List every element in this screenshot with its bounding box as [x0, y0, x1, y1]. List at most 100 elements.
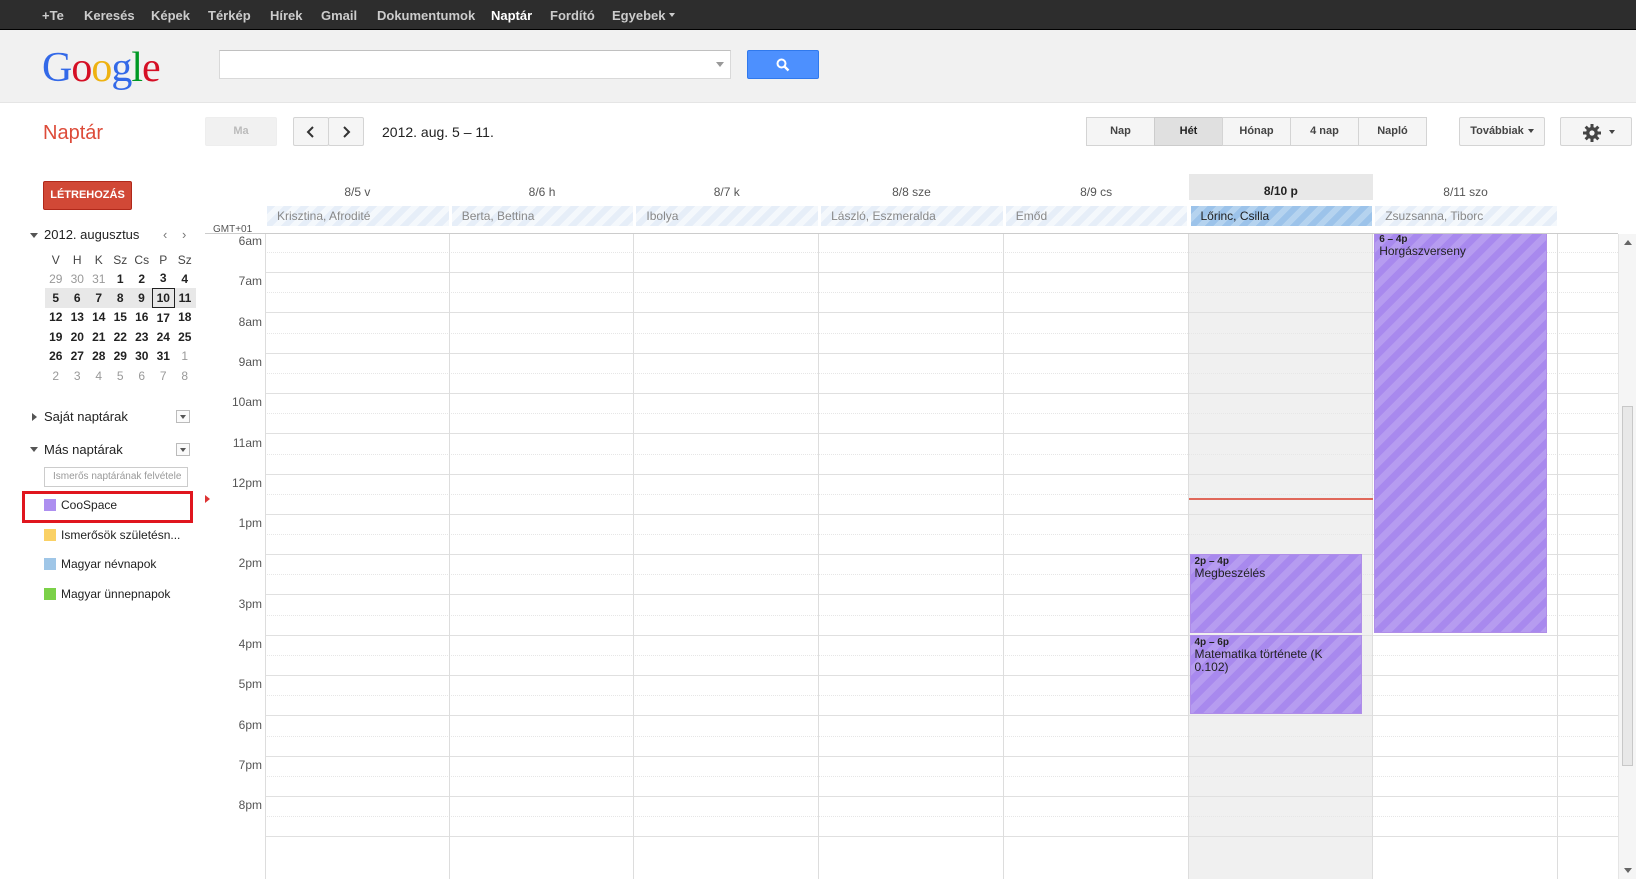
add-friend-calendar-input[interactable]: Ismerős naptárának felvétele [44, 467, 188, 487]
mini-calendar-day[interactable]: 30 [67, 269, 89, 288]
scrollbar-thumb[interactable] [1622, 406, 1633, 766]
mini-calendar-day[interactable]: 18 [174, 308, 196, 327]
calendar-item[interactable]: Magyar ünnepnapok [44, 587, 190, 603]
top-nav-2[interactable]: Képek [151, 8, 190, 23]
top-nav-3[interactable]: Térkép [208, 8, 251, 23]
other-calendars-menu-button[interactable] [176, 443, 190, 456]
mini-calendar-day[interactable]: 21 [88, 327, 110, 346]
mini-calendar-day[interactable]: 8 [174, 366, 196, 385]
today-button[interactable]: Ma [205, 117, 277, 146]
nameday-chip[interactable]: Emőd [1005, 206, 1188, 226]
mini-calendar-day[interactable]: 2 [131, 269, 153, 288]
search-dropdown-icon[interactable] [716, 62, 724, 67]
top-nav-1[interactable]: Keresés [84, 8, 135, 23]
mini-calendar-day[interactable]: 19 [45, 327, 67, 346]
mini-calendar-day[interactable]: 11 [174, 288, 196, 308]
mini-calendar-day[interactable]: 24 [153, 327, 175, 346]
calendar-color-swatch[interactable] [44, 558, 56, 570]
mini-calendar-day[interactable]: 3 [153, 269, 175, 288]
mini-calendar-day[interactable]: 7 [153, 366, 175, 385]
expand-icon[interactable] [32, 413, 37, 421]
grid-scrollbar[interactable] [1618, 234, 1636, 879]
mini-calendar-day[interactable]: 4 [174, 269, 196, 288]
mini-calendar-next-icon[interactable]: › [182, 227, 186, 242]
other-calendars-label[interactable]: Más naptárak [44, 442, 123, 457]
calendar-event[interactable]: 4p – 6p Matematika története (K 0.102) [1189, 635, 1363, 714]
mini-calendar-day[interactable]: 13 [67, 308, 89, 327]
my-calendars-menu-button[interactable] [176, 410, 190, 423]
top-nav-9[interactable]: Egyebek [612, 8, 665, 23]
mini-calendar-day[interactable]: 22 [110, 327, 132, 346]
mini-calendar-day[interactable]: 7 [88, 288, 110, 308]
mini-calendar-day[interactable]: 6 [131, 366, 153, 385]
mini-calendar-day[interactable]: 20 [67, 327, 89, 346]
mini-calendar-day[interactable]: 29 [45, 269, 67, 288]
mini-calendar-title[interactable]: 2012. augusztus [44, 227, 139, 242]
nameday-chip[interactable]: Zsuzsanna, Tiborc [1375, 206, 1557, 226]
calendar-item[interactable]: Ismerősök születésn... [44, 528, 190, 544]
top-nav-7[interactable]: Naptár [491, 8, 532, 23]
time-grid[interactable]: 6am 7am 8am 9am 10am 11am 12pm 1pm 2pm 3pm 4pm 5pm 6… [205, 234, 1618, 879]
mini-calendar-day[interactable]: 30 [131, 347, 153, 366]
mini-calendar-day[interactable]: 5 [45, 288, 67, 308]
view-button-4[interactable]: Napló [1358, 117, 1427, 146]
day-header[interactable]: 8/8 sze [819, 185, 1004, 203]
top-nav-6[interactable]: Dokumentumok [377, 8, 475, 23]
mini-calendar-day[interactable]: 17 [153, 308, 175, 327]
settings-button[interactable] [1560, 117, 1632, 146]
view-button-0[interactable]: Nap [1086, 117, 1155, 146]
view-button-3[interactable]: 4 nap [1290, 117, 1359, 146]
mini-calendar-day[interactable]: 1 [110, 269, 132, 288]
scroll-down-icon[interactable] [1624, 868, 1632, 873]
mini-calendar-day[interactable]: 28 [88, 347, 110, 366]
day-header[interactable]: 8/11 szo [1373, 185, 1558, 203]
mini-calendar-day[interactable]: 2 [45, 366, 67, 385]
mini-calendar-day[interactable]: 29 [110, 347, 132, 366]
mini-calendar-day[interactable]: 16 [131, 308, 153, 327]
nameday-chip[interactable]: Krisztina, Afrodité [267, 206, 449, 226]
search-box[interactable] [219, 50, 731, 79]
day-header[interactable]: 8/7 k [634, 185, 819, 203]
mini-calendar-day[interactable]: 15 [110, 308, 132, 327]
next-week-button[interactable] [328, 117, 364, 146]
mini-calendar-day[interactable]: 8 [109, 288, 131, 308]
my-calendars-label[interactable]: Saját naptárak [44, 409, 128, 424]
mini-calendar-day[interactable]: 31 [153, 347, 175, 366]
mini-calendar-day[interactable]: 1 [174, 347, 196, 366]
mini-calendar-day[interactable]: 10 [152, 287, 175, 309]
mini-calendar-day[interactable]: 14 [88, 308, 110, 327]
nameday-chip[interactable]: Ibolya [636, 206, 819, 226]
top-nav-8[interactable]: Fordító [550, 8, 595, 23]
collapse-icon[interactable] [30, 447, 38, 452]
mini-calendar-day[interactable]: 12 [45, 308, 67, 327]
mini-calendar-day[interactable]: 27 [67, 347, 89, 366]
calendar-color-swatch[interactable] [44, 528, 56, 541]
nameday-chip[interactable]: László, Eszmeralda [821, 206, 1003, 226]
mini-calendar-day[interactable]: 4 [88, 366, 110, 385]
top-nav-5[interactable]: Gmail [321, 8, 357, 23]
scroll-up-icon[interactable] [1624, 240, 1632, 245]
mini-calendar-day[interactable]: 9 [131, 288, 153, 308]
day-header[interactable]: 8/5 v [265, 185, 450, 203]
top-nav-4[interactable]: Hírek [270, 8, 303, 23]
view-button-2[interactable]: Hónap [1222, 117, 1291, 146]
top-nav-0[interactable]: +Te [42, 8, 64, 23]
calendar-item[interactable]: Magyar névnapok [44, 557, 190, 573]
calendar-event[interactable]: 2p – 4p Megbeszélés [1189, 554, 1363, 633]
collapse-icon[interactable] [30, 233, 38, 238]
mini-calendar-day[interactable]: 6 [66, 288, 88, 308]
view-button-1[interactable]: Hét [1154, 117, 1223, 146]
day-header[interactable]: 8/10 p [1188, 174, 1374, 200]
calendar-color-swatch[interactable] [44, 587, 56, 600]
day-header[interactable]: 8/9 cs [1004, 185, 1189, 203]
mini-calendar-day[interactable]: 5 [110, 366, 132, 385]
nameday-chip[interactable]: Lőrinc, Csilla [1190, 206, 1373, 226]
nameday-chip[interactable]: Berta, Bettina [451, 206, 634, 226]
mini-calendar-day[interactable]: 3 [67, 366, 89, 385]
mini-calendar-day[interactable]: 26 [45, 347, 67, 366]
create-event-button[interactable]: LÉTREHOZÁS [43, 181, 132, 210]
google-logo[interactable]: Google [42, 44, 161, 92]
day-header[interactable]: 8/6 h [450, 185, 635, 203]
search-input[interactable] [220, 51, 700, 78]
search-button[interactable] [747, 50, 819, 79]
